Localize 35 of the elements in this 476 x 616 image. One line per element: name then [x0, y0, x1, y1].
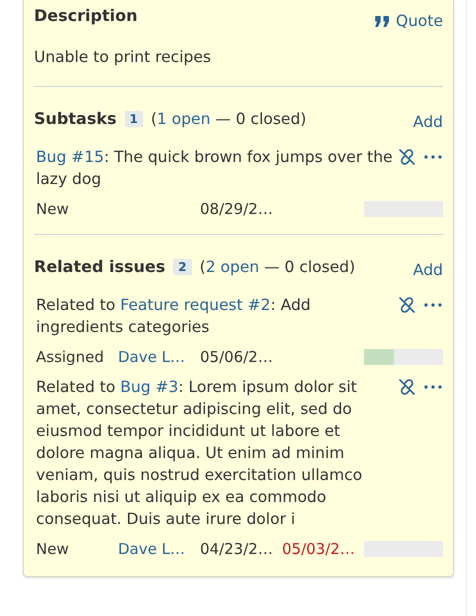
unlink-icon[interactable]: [397, 377, 417, 397]
unlink-icon[interactable]: [397, 147, 417, 167]
open-link[interactable]: 2 open: [206, 258, 260, 276]
count-badge: 1: [124, 110, 143, 126]
quote-link[interactable]: Quote: [374, 12, 443, 30]
start-date: 05/06/2…: [200, 348, 274, 366]
more-icon[interactable]: [423, 384, 443, 390]
status-text: New: [36, 200, 70, 218]
issue-title: Related to Feature request #2: Add ingredients categories: [36, 295, 312, 338]
status-text: New: [36, 540, 70, 558]
assignee-link[interactable]: Dave L…: [118, 540, 185, 558]
description-text: Unable to print recipes: [34, 48, 212, 66]
issue-link[interactable]: Bug #3: [120, 378, 178, 396]
quote-icon: [374, 16, 390, 26]
open-link[interactable]: 1 open: [156, 110, 210, 128]
issue-link[interactable]: Feature request #2: [120, 296, 270, 314]
status-summary: (2 open — 0 closed): [200, 258, 356, 276]
section-heading: Related issues: [34, 257, 166, 276]
status-summary: (1 open — 0 closed): [150, 110, 306, 128]
add-link[interactable]: Add: [412, 113, 443, 131]
issue-link[interactable]: Bug #15: [36, 148, 104, 166]
more-icon[interactable]: [423, 154, 443, 160]
start-date: 04/23/2…: [200, 540, 274, 558]
status-text: Assigned: [36, 348, 105, 366]
issue-title: Related to Bug #3: Lorem ipsum dolor sit amet, consectetur adipiscing elit, sed do eiusmod tempor incididunt ut labore et dolore magna aliqua. Ut enim ad minim veniam, quis nostrud exercitation ullamco laboris nisi ut aliquip ex ea commodo consequat. Duis aute irure dolor i: [36, 377, 364, 530]
count-badge: 2: [173, 258, 192, 274]
due-date: 05/03/2…: [282, 540, 355, 558]
unlink-icon[interactable]: [397, 295, 417, 315]
assignee-link[interactable]: Dave L…: [118, 348, 185, 366]
more-icon[interactable]: [423, 302, 443, 308]
add-link[interactable]: Add: [412, 261, 443, 279]
issue-title: Bug #15: The quick brown fox jumps over the lazy dog: [36, 147, 393, 190]
start-date: 08/29/2…: [200, 200, 274, 218]
section-heading: Description: [34, 6, 138, 25]
section-heading: Subtasks: [34, 109, 116, 128]
